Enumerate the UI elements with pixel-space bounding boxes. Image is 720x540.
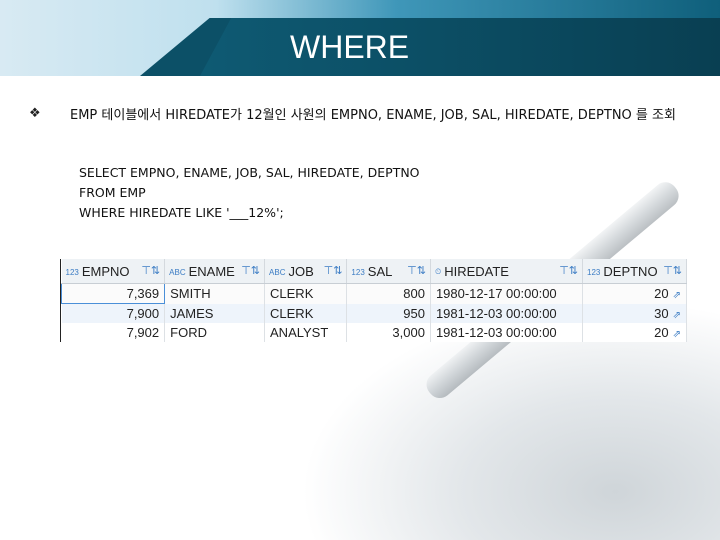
column-header-job[interactable]: ABC JOB ⊤⇅: [264, 259, 348, 284]
foreign-key-link-icon[interactable]: ⇗: [673, 290, 681, 301]
slide-title: WHERE: [290, 29, 410, 65]
foreign-key-link-icon[interactable]: ⇗: [673, 329, 681, 340]
filter-sort-icon[interactable]: ⊤⇅: [241, 264, 260, 277]
result-grid: 123 EMPNO ⊤⇅ ABC ENAME ⊤⇅ ABC JOB ⊤⇅ 123 SAL ⊤⇅ …: [60, 259, 689, 342]
slide-header-band-inner: [200, 18, 720, 76]
cell-job[interactable]: CLERK: [264, 283, 348, 304]
table-row[interactable]: 7,900 JAMES CLERK 950 1981-12-03 00:00:0…: [61, 303, 687, 323]
cell-sal[interactable]: 3,000: [346, 323, 431, 342]
cell-sal[interactable]: 950: [346, 303, 431, 323]
filter-sort-icon[interactable]: ⊤⇅: [559, 264, 578, 277]
cell-sal[interactable]: 800: [346, 283, 431, 304]
column-header-sal[interactable]: 123 SAL ⊤⇅: [346, 259, 431, 284]
sql-line: WHERE HIREDATE LIKE '___12%';: [79, 205, 284, 220]
text-type-icon: ABC: [169, 267, 186, 277]
bullet-icon: ❖: [29, 106, 41, 121]
filter-sort-icon[interactable]: ⊤⇅: [663, 264, 682, 277]
cell-deptno[interactable]: 30 ⇗: [582, 303, 687, 323]
number-type-icon: 123: [587, 267, 601, 277]
cell-ename[interactable]: SMITH: [164, 283, 266, 304]
task-description: EMP 테이블에서 HIREDATE가 12월인 사원의 EMPNO, ENAM…: [70, 108, 676, 123]
column-header-ename[interactable]: ABC ENAME ⊤⇅: [164, 259, 266, 284]
number-type-icon: 123: [351, 267, 365, 277]
column-header-hiredate[interactable]: ⏲ HIREDATE ⊤⇅: [430, 259, 584, 284]
table-row[interactable]: 7,369 SMITH CLERK 800 1980-12-17 00:00:0…: [60, 283, 687, 304]
number-type-icon: 123: [65, 267, 79, 277]
foreign-key-link-icon[interactable]: ⇗: [673, 310, 681, 321]
filter-sort-icon[interactable]: ⊤⇅: [324, 264, 343, 277]
cell-empno[interactable]: 7,369: [60, 283, 166, 304]
column-header-deptno[interactable]: 123 DEPTNO ⊤⇅: [582, 259, 687, 284]
cell-deptno[interactable]: 20 ⇗: [582, 283, 687, 304]
filter-sort-icon[interactable]: ⊤⇅: [141, 264, 160, 277]
cell-hiredate[interactable]: 1980-12-17 00:00:00: [430, 283, 584, 304]
sql-line: FROM EMP: [79, 185, 146, 200]
clock-icon: ⏲: [434, 267, 442, 277]
cell-hiredate[interactable]: 1981-12-03 00:00:00: [430, 303, 584, 323]
sql-line: SELECT EMPNO, ENAME, JOB, SAL, HIREDATE,…: [79, 165, 420, 180]
cell-empno[interactable]: 7,902: [61, 323, 166, 342]
cell-empno[interactable]: 7,900: [61, 303, 166, 323]
cell-job[interactable]: ANALYST: [264, 323, 348, 342]
cell-deptno[interactable]: 20 ⇗: [582, 323, 687, 342]
filter-sort-icon[interactable]: ⊤⇅: [407, 264, 426, 277]
cell-ename[interactable]: JAMES: [164, 303, 266, 323]
table-row[interactable]: 7,902 FORD ANALYST 3,000 1981-12-03 00:0…: [61, 323, 687, 342]
sql-code-block: SELECT EMPNO, ENAME, JOB, SAL, HIREDATE,…: [79, 163, 420, 223]
grid-header-row: 123 EMPNO ⊤⇅ ABC ENAME ⊤⇅ ABC JOB ⊤⇅ 123 SAL ⊤⇅ …: [61, 259, 687, 284]
text-type-icon: ABC: [269, 267, 286, 277]
cell-hiredate[interactable]: 1981-12-03 00:00:00: [430, 323, 584, 342]
cell-job[interactable]: CLERK: [264, 303, 348, 323]
cell-ename[interactable]: FORD: [164, 323, 266, 342]
column-header-empno[interactable]: 123 EMPNO ⊤⇅: [61, 259, 166, 284]
